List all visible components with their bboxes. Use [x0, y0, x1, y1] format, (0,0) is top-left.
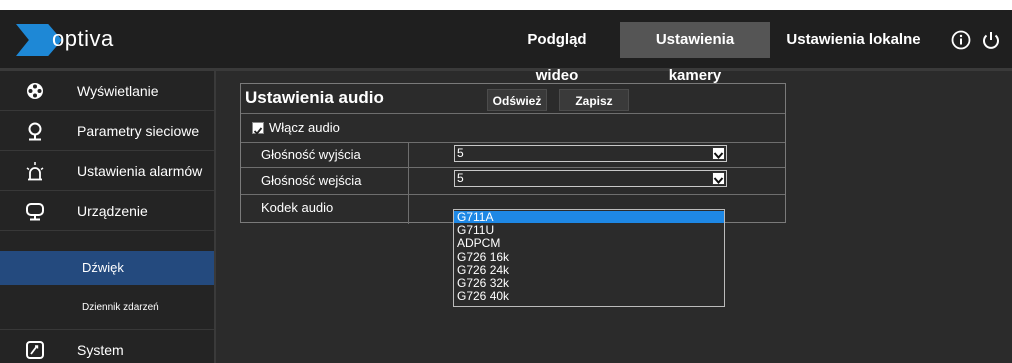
logo: optiva [16, 24, 124, 56]
sidebar-item-alarms[interactable]: Ustawienia alarmów [0, 151, 214, 191]
sidebar-item-system[interactable]: System [0, 329, 214, 363]
input-volume-label: Głośność wejścia [261, 173, 362, 188]
codec-option[interactable]: G711U [454, 224, 724, 236]
codec-option[interactable]: G726 40k [454, 290, 724, 302]
codec-option[interactable]: G726 16k [454, 251, 724, 263]
display-icon [24, 80, 46, 102]
divider [241, 167, 785, 168]
chevron-down-icon [712, 172, 725, 185]
tab-local-settings-label: Ustawienia lokalne [786, 31, 921, 48]
info-icon[interactable] [950, 29, 972, 51]
sidebar-subitem-label: Dziennik zdarzeń [82, 302, 159, 313]
power-icon[interactable] [980, 29, 1002, 51]
sidebar-item-label: System [77, 342, 124, 358]
sidebar-item-label: Urządzenie [77, 203, 148, 219]
codec-option[interactable]: G726 32k [454, 277, 724, 289]
app-window: optiva Podgląd wideo Ustawienia kamery U… [0, 10, 1012, 363]
refresh-button[interactable]: Odśwież [487, 89, 547, 111]
top-bar: optiva Podgląd wideo Ustawienia kamery U… [0, 10, 1012, 84]
codec-option[interactable]: G711A [454, 211, 724, 223]
sidebar-item-display[interactable]: Wyświetlanie [0, 71, 214, 111]
tab-live-view[interactable]: Podgląd wideo [497, 22, 617, 84]
sidebar-item-label: Wyświetlanie [77, 83, 159, 99]
divider [241, 194, 785, 195]
input-volume-select[interactable]: 5 [454, 170, 727, 187]
panel-title: Ustawienia audio [245, 88, 384, 107]
logo-text: optiva [52, 26, 114, 51]
tab-camera-settings-label: Ustawienia kamery [655, 31, 735, 84]
save-button[interactable]: Zapisz [559, 89, 629, 111]
tab-local-settings[interactable]: Ustawienia lokalne [776, 22, 931, 58]
enable-audio-checkbox[interactable] [252, 122, 264, 135]
sidebar-subitem-label: Dźwięk [82, 260, 124, 275]
codec-dropdown-list[interactable]: G711A G711U ADPCM G726 16k G726 24k G726… [453, 209, 725, 307]
codec-option[interactable]: G726 24k [454, 264, 724, 276]
output-volume-value: 5 [457, 146, 464, 160]
divider [241, 113, 785, 114]
codec-option[interactable]: ADPCM [454, 237, 724, 249]
sidebar: Wyświetlanie Parametry sieciowe Ustawien… [0, 71, 216, 363]
alarm-light-icon [24, 160, 46, 182]
audio-settings-panel: Ustawienia audio Odśwież Zapisz Włącz au… [240, 83, 786, 224]
sidebar-subitem-sound[interactable]: Dźwięk [0, 251, 214, 285]
chevron-down-icon [712, 147, 725, 160]
tab-camera-settings[interactable]: Ustawienia kamery [620, 22, 770, 84]
input-volume-value: 5 [457, 171, 464, 185]
checkmark-icon [253, 127, 263, 135]
sidebar-item-device[interactable]: Urządzenie [0, 191, 214, 231]
sidebar-item-network[interactable]: Parametry sieciowe [0, 111, 214, 151]
device-icon [24, 200, 46, 222]
output-volume-select[interactable]: 5 [454, 145, 727, 162]
sidebar-item-label: Ustawienia alarmów [77, 163, 203, 179]
codec-label: Kodek audio [261, 200, 334, 215]
network-pin-icon [24, 120, 46, 142]
sidebar-item-label: Parametry sieciowe [77, 123, 200, 139]
tab-live-view-label: Podgląd wideo [527, 31, 587, 84]
divider [241, 142, 785, 143]
sidebar-subitem-event-log[interactable]: Dziennik zdarzeń [0, 291, 214, 325]
enable-audio-label: Włącz audio [269, 120, 340, 135]
output-volume-label: Głośność wyjścia [261, 147, 361, 162]
system-icon [24, 339, 46, 361]
column-divider [408, 142, 409, 224]
